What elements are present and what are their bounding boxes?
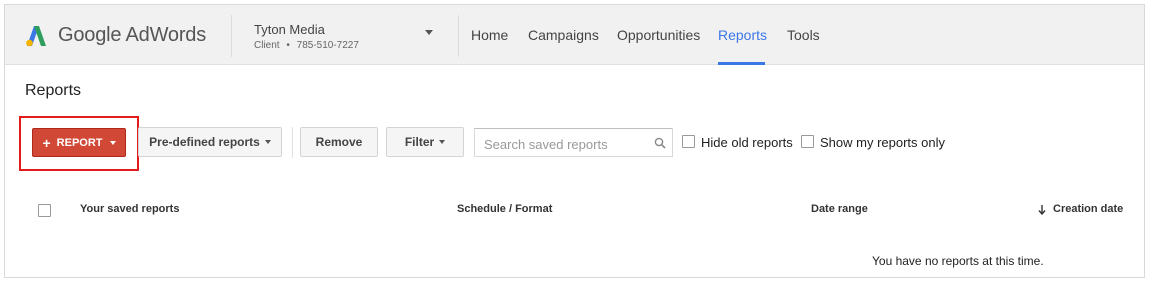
chevron-down-icon[interactable] (425, 30, 433, 35)
nav-tools[interactable]: Tools (787, 27, 820, 43)
sort-down-arrow-icon[interactable] (1038, 204, 1046, 215)
remove-button[interactable]: Remove (300, 127, 378, 157)
empty-state-message: You have no reports at this time. (872, 254, 1044, 268)
column-header-schedule-format[interactable]: Schedule / Format (457, 203, 552, 215)
search-placeholder: Search saved reports (484, 137, 608, 152)
show-my-reports-checkbox[interactable] (801, 135, 814, 148)
nav-reports[interactable]: Reports (718, 27, 767, 43)
account-name[interactable]: Tyton Media (254, 22, 325, 37)
column-header-creation-date[interactable]: Creation date (1053, 203, 1123, 215)
search-icon[interactable] (654, 137, 666, 149)
column-header-saved-reports[interactable]: Your saved reports (80, 203, 179, 215)
chevron-down-icon (439, 140, 446, 144)
chevron-down-icon (264, 140, 271, 144)
column-header-date-range[interactable]: Date range (811, 203, 868, 215)
nav-opportunities[interactable]: Opportunities (617, 27, 700, 43)
header-divider (458, 15, 459, 57)
nav-home[interactable]: Home (471, 27, 508, 43)
account-role: Client (254, 40, 280, 51)
account-meta: Client • 785-510-7227 (254, 40, 359, 51)
show-my-reports-label[interactable]: Show my reports only (820, 135, 945, 150)
nav-campaigns[interactable]: Campaigns (528, 27, 599, 43)
select-all-checkbox[interactable] (38, 204, 51, 217)
chevron-down-icon (109, 140, 116, 145)
add-report-label: REPORT (56, 136, 103, 149)
brand-name[interactable]: Google AdWords (58, 24, 206, 47)
app-frame: Google AdWords Tyton Media Client • 785-… (4, 4, 1145, 278)
header-divider (231, 15, 232, 57)
active-tab-indicator (718, 62, 765, 65)
account-id: 785-510-7227 (296, 40, 359, 51)
filter-button[interactable]: Filter (386, 127, 464, 157)
plus-icon: + (42, 134, 51, 151)
predefined-reports-button[interactable]: Pre-defined reports (138, 127, 282, 157)
add-report-button[interactable]: + REPORT (32, 128, 126, 157)
predefined-reports-label: Pre-defined reports (149, 135, 260, 149)
remove-label: Remove (315, 135, 363, 149)
page-title: Reports (25, 82, 82, 99)
toolbar-divider (292, 127, 293, 158)
account-separator: • (286, 40, 290, 51)
hide-old-reports-label[interactable]: Hide old reports (701, 135, 793, 150)
hide-old-reports-checkbox[interactable] (682, 135, 695, 148)
filter-label: Filter (404, 135, 435, 149)
search-input[interactable]: Search saved reports (474, 128, 673, 157)
top-header: Google AdWords Tyton Media Client • 785-… (5, 5, 1144, 65)
adwords-logo-icon[interactable] (23, 22, 49, 48)
